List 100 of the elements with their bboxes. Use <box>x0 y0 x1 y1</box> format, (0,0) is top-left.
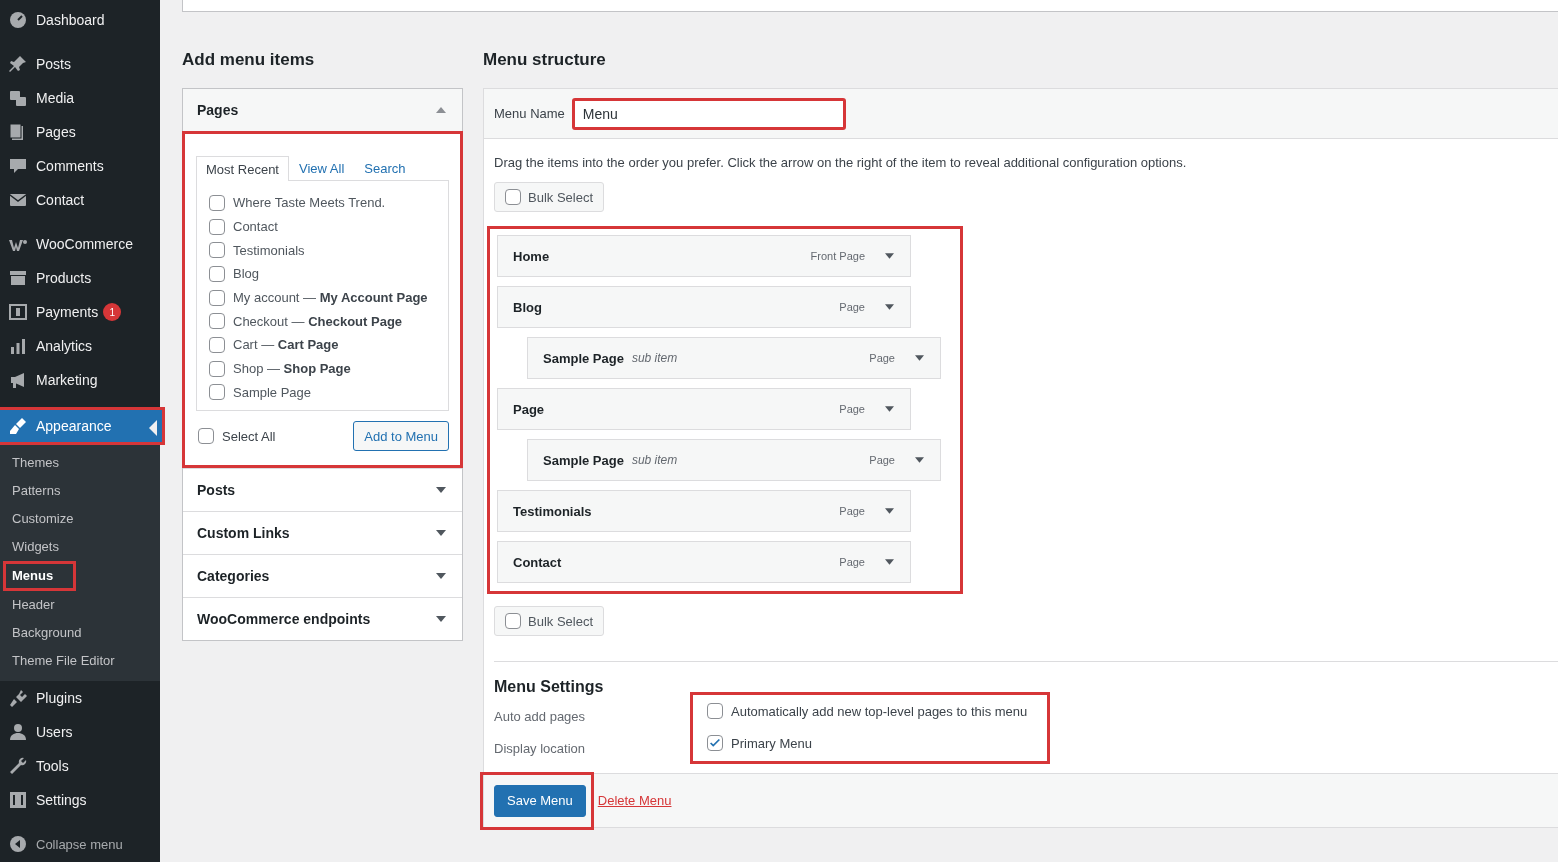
item-type-label: Page <box>839 403 865 415</box>
checkbox[interactable] <box>209 218 225 235</box>
menu-item-title: Blog <box>513 299 542 315</box>
dropdown-arrow-icon[interactable] <box>885 304 894 310</box>
dashboard-icon <box>8 10 28 30</box>
menu-item-bar[interactable]: Contact Page <box>497 541 911 583</box>
menu-item-bar[interactable]: Sample Page sub item Page <box>527 439 941 481</box>
menu-item-bar[interactable]: Home Front Page <box>497 235 911 277</box>
sidebar-item[interactable]: Media <box>0 81 160 115</box>
delete-menu-link[interactable]: Delete Menu <box>597 793 672 808</box>
checkbox[interactable] <box>505 613 521 629</box>
sidebar-item[interactable]: Users <box>0 715 160 749</box>
checkbox[interactable] <box>707 735 723 751</box>
media-icon <box>8 88 28 108</box>
dropdown-arrow-icon[interactable] <box>915 457 924 463</box>
item-type-label: Page <box>839 505 865 517</box>
menu-item-bar[interactable]: Page Page <box>497 388 911 430</box>
menu-name-field[interactable]: Menu <box>571 97 846 130</box>
dropdown-arrow-icon[interactable] <box>885 559 894 565</box>
save-menu-button[interactable]: Save Menu <box>494 784 586 817</box>
page-option-label: Where Taste Meets Trend. <box>233 195 386 211</box>
menu-item-title: Sample Page <box>543 350 624 366</box>
sidebar-item[interactable]: Comments <box>0 149 160 183</box>
setting-option-label: Automatically add new top-level pages to this menu <box>731 703 1028 719</box>
sidebar-item[interactable]: Dashboard <box>0 3 160 37</box>
submenu-item[interactable]: Menus <box>3 561 77 591</box>
item-type-label: Page <box>839 556 865 568</box>
menu-item-bar[interactable]: Sample Page sub item Page <box>527 337 941 379</box>
checkbox[interactable] <box>209 194 225 211</box>
item-type-label: Page <box>869 352 895 364</box>
menu-item-bar[interactable]: Blog Page <box>497 286 911 328</box>
sub-item-note: sub item <box>631 351 678 365</box>
expand-arrow-icon <box>436 530 446 537</box>
archive-box-icon <box>8 268 28 288</box>
checkbox[interactable] <box>505 189 521 205</box>
submenu-item[interactable]: Customize <box>0 505 86 533</box>
sub-item-note: sub item <box>631 453 678 467</box>
collapse-menu-button[interactable]: Collapse menu <box>0 827 160 861</box>
checkbox[interactable] <box>209 242 225 259</box>
checkbox[interactable] <box>209 336 225 353</box>
sidebar-item[interactable]: Appearance <box>0 407 165 445</box>
settings-heading: Menu Settings <box>494 678 605 696</box>
add-to-menu-button[interactable]: Add to Menu <box>353 421 449 452</box>
page-option-label: Sample Page <box>233 384 312 400</box>
checkbox[interactable] <box>198 428 214 445</box>
bulk-select-button[interactable]: Bulk Select <box>494 182 605 212</box>
page-option-label: My account — My Account Page <box>233 290 428 306</box>
submenu-item[interactable]: Header <box>0 591 67 619</box>
submenu-item[interactable]: Theme File Editor <box>0 647 127 675</box>
dropdown-arrow-icon[interactable] <box>885 406 894 412</box>
sidebar-item[interactable]: Analytics <box>0 329 160 363</box>
select-all-label: Select All <box>222 428 276 444</box>
dropdown-arrow-icon[interactable] <box>915 355 924 361</box>
checkbox[interactable] <box>209 289 225 306</box>
current-pointer-icon <box>149 420 157 436</box>
submenu-item[interactable]: Background <box>0 619 94 647</box>
expand-arrow-icon <box>436 573 446 580</box>
submenu-item[interactable]: Patterns <box>0 477 73 505</box>
setting-label: Auto add pages <box>494 708 587 726</box>
sidebar-item[interactable]: Pages <box>0 115 160 149</box>
checkbox[interactable] <box>209 265 225 282</box>
page-option-label: Cart — Cart Page <box>233 337 339 353</box>
bar-chart-icon <box>8 336 28 356</box>
instructions-text: Drag the items into the order you prefer. Click the arrow on the right of the item to reveal additional configuration options. <box>494 155 1188 170</box>
accordion-header[interactable]: Pages <box>183 89 462 131</box>
submenu-item[interactable]: Themes <box>0 449 71 477</box>
menu-item-bar[interactable]: Testimonials Page <box>497 490 911 532</box>
checkbox[interactable] <box>209 313 225 330</box>
dropdown-arrow-icon[interactable] <box>885 508 894 514</box>
checkbox[interactable] <box>209 360 225 377</box>
wrench-icon <box>8 756 28 776</box>
tab[interactable]: View All <box>289 155 355 180</box>
section-heading: Add menu items <box>182 49 316 71</box>
sidebar-item[interactable]: Contact <box>0 183 160 217</box>
sidebar-item[interactable]: Marketing <box>0 363 160 397</box>
menu-item-title: Page <box>513 401 545 417</box>
setting-label: Display location <box>494 740 587 758</box>
dropdown-arrow-icon[interactable] <box>885 253 894 259</box>
checkbox[interactable] <box>707 703 723 719</box>
page-option-label: Shop — Shop Page <box>233 361 351 377</box>
menu-name-label: Menu Name <box>494 106 565 121</box>
paintbrush-icon <box>8 416 28 436</box>
sidebar-item[interactable]: Tools <box>0 749 160 783</box>
tab[interactable]: Search <box>354 155 416 180</box>
sidebar-item[interactable]: Posts <box>0 47 160 81</box>
sidebar-item[interactable]: Payments 1 <box>0 295 160 329</box>
page-option-label: Checkout — Checkout Page <box>233 313 403 329</box>
sidebar-item[interactable]: Plugins <box>0 681 160 715</box>
sidebar-item[interactable]: Products <box>0 261 160 295</box>
bulk-select-button[interactable]: Bulk Select <box>494 606 605 636</box>
checkbox[interactable] <box>209 384 225 401</box>
expand-arrow-icon <box>436 616 446 623</box>
sidebar-item[interactable]: Settings <box>0 783 160 817</box>
sidebar-item[interactable]: WooCommerce <box>0 227 160 261</box>
item-type-label: Page <box>869 454 895 466</box>
notification-badge: 1 <box>103 303 122 321</box>
menu-item-title: Testimonials <box>513 503 592 519</box>
submenu-item[interactable]: Widgets <box>0 533 71 561</box>
section-heading: Menu structure <box>483 49 607 71</box>
tab[interactable]: Most Recent <box>196 156 289 181</box>
